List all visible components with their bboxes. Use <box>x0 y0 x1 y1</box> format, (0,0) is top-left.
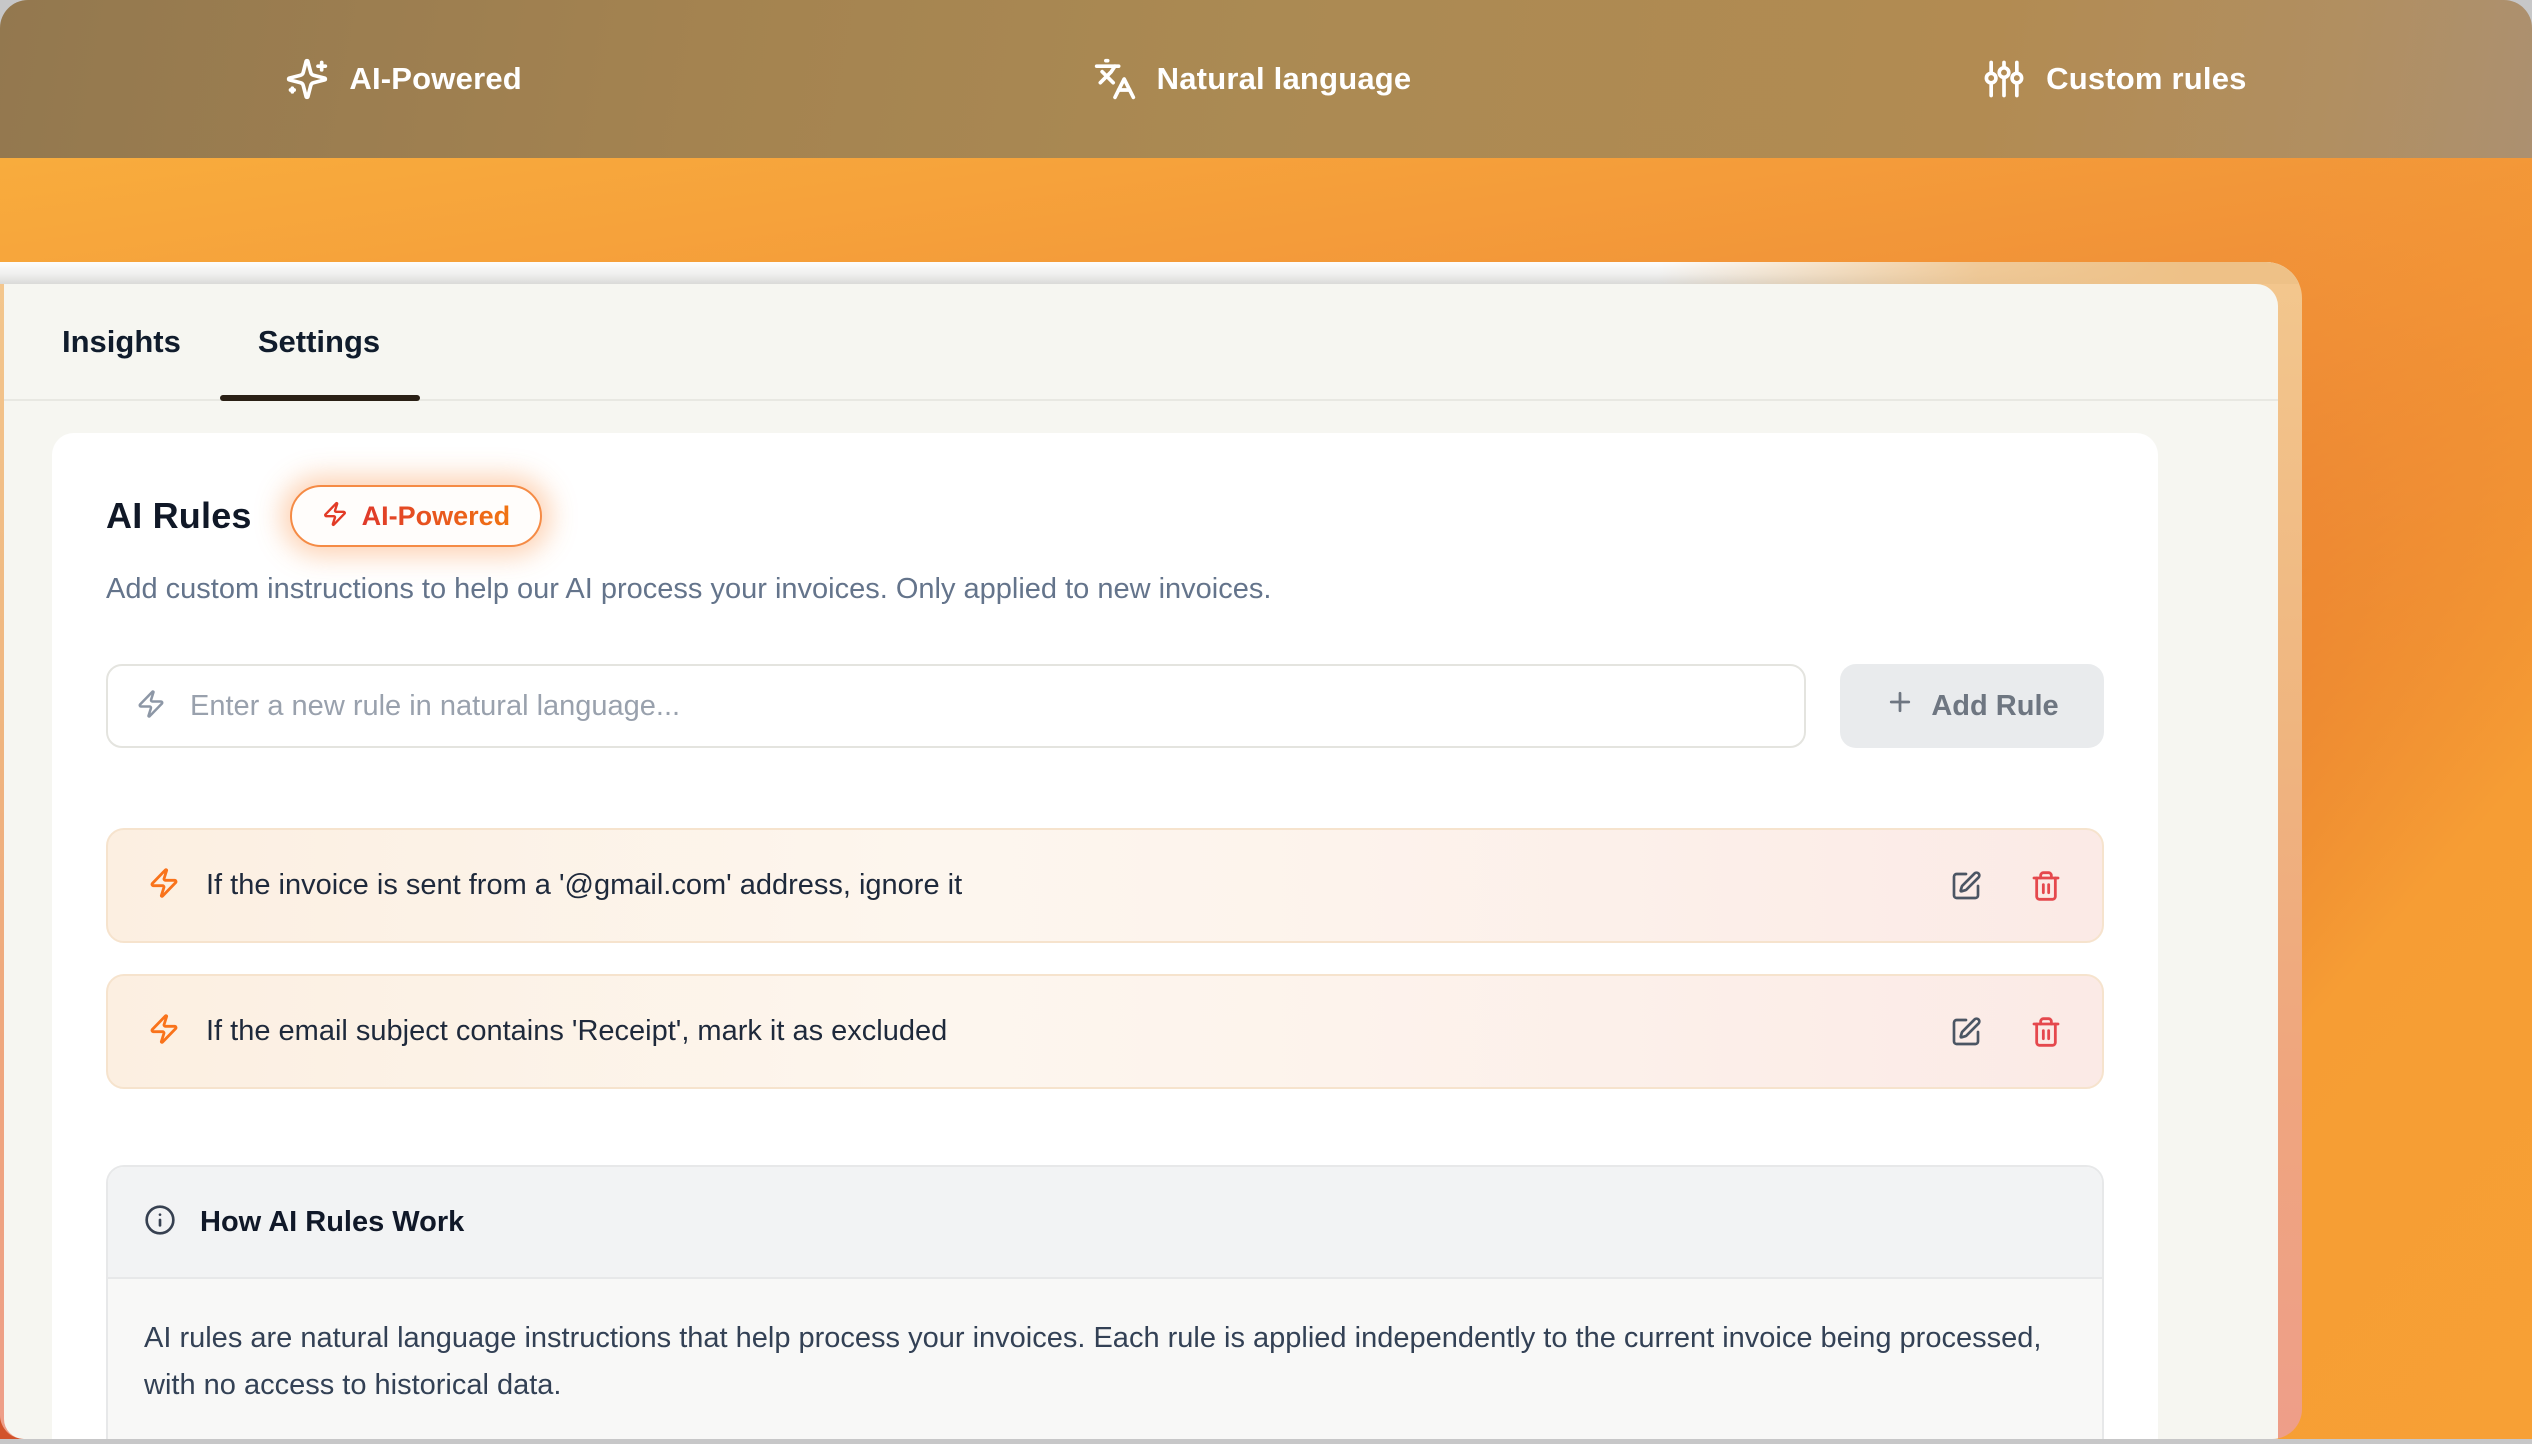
delete-rule-button[interactable] <box>2030 870 2062 902</box>
edit-icon <box>1950 1016 1982 1048</box>
screenshot-stage: AI-Powered Natural language Custom rules <box>0 0 2532 1444</box>
edit-rule-button[interactable] <box>1950 1016 1982 1048</box>
zap-icon <box>148 1013 180 1050</box>
edit-rule-button[interactable] <box>1950 870 1982 902</box>
tab-insights[interactable]: Insights <box>62 284 181 399</box>
window-content: Insights Settings AI Rules <box>4 284 2278 1439</box>
trash-icon <box>2030 1016 2062 1048</box>
add-rule-label: Add Rule <box>1931 690 2058 723</box>
ai-rules-card: AI Rules AI-Powered Add custom instructi… <box>52 433 2158 1439</box>
sliders-icon <box>1982 57 2026 101</box>
card-description: Add custom instructions to help our AI p… <box>106 573 2104 606</box>
rule-input-row: Add Rule <box>106 664 2104 748</box>
ai-powered-badge: AI-Powered <box>290 485 543 547</box>
banner-item-natural-language: Natural language <box>1093 57 1412 101</box>
rule-row: If the invoice is sent from a '@gmail.co… <box>106 828 2104 943</box>
add-rule-button[interactable]: Add Rule <box>1840 664 2104 748</box>
info-box-text: AI rules are natural language instructio… <box>144 1315 2062 1409</box>
card-title: AI Rules <box>106 495 252 537</box>
tab-bar: Insights Settings <box>4 284 2278 401</box>
banner-label: Natural language <box>1157 61 1412 97</box>
banner-label: AI-Powered <box>349 61 522 97</box>
edit-icon <box>1950 870 1982 902</box>
languages-icon <box>1093 57 1137 101</box>
how-ai-rules-work-box: How AI Rules Work AI rules are natural l… <box>106 1165 2104 1439</box>
banner-label: Custom rules <box>2046 61 2247 97</box>
sparkles-icon <box>285 57 329 101</box>
app-window: Insights Settings AI Rules <box>0 262 2302 1439</box>
window-top-edge <box>0 262 2302 284</box>
info-box-title: How AI Rules Work <box>200 1206 464 1239</box>
zap-icon <box>136 689 166 724</box>
tab-settings-label: Settings <box>258 324 380 360</box>
tab-insights-label: Insights <box>62 324 181 360</box>
rule-input-wrapper <box>106 664 1806 748</box>
new-rule-input[interactable] <box>188 689 1776 724</box>
rule-actions <box>1950 870 2062 902</box>
rules-list: If the invoice is sent from a '@gmail.co… <box>106 828 2104 1089</box>
rule-text: If the email subject contains 'Receipt',… <box>206 1015 1950 1048</box>
delete-rule-button[interactable] <box>2030 1016 2062 1048</box>
rule-actions <box>1950 1016 2062 1048</box>
zap-icon <box>148 867 180 904</box>
info-icon <box>144 1204 176 1241</box>
info-box-body: AI rules are natural language instructio… <box>108 1279 2102 1439</box>
banner-item-custom-rules: Custom rules <box>1982 57 2247 101</box>
info-box-header: How AI Rules Work <box>108 1167 2102 1279</box>
tab-settings[interactable]: Settings <box>258 284 380 399</box>
badge-label: AI-Powered <box>362 501 511 532</box>
rule-text: If the invoice is sent from a '@gmail.co… <box>206 869 1950 902</box>
banner-item-ai-powered: AI-Powered <box>285 57 522 101</box>
card-title-row: AI Rules AI-Powered <box>106 485 2104 547</box>
zap-icon <box>322 501 348 532</box>
rule-row: If the email subject contains 'Receipt',… <box>106 974 2104 1089</box>
plus-icon <box>1885 687 1915 725</box>
trash-icon <box>2030 870 2062 902</box>
feature-banner: AI-Powered Natural language Custom rules <box>0 0 2532 158</box>
